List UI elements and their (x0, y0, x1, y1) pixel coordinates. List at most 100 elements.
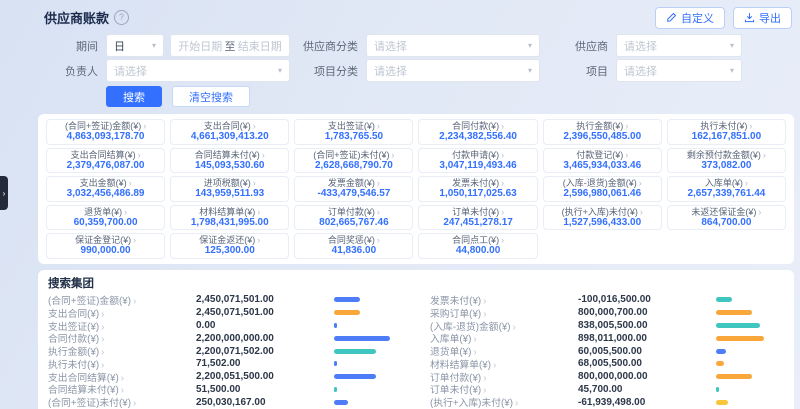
metric-card[interactable]: 入库单(¥)› 2,657,339,761.44 (667, 176, 786, 202)
project-select[interactable]: 请选择 ▾ (616, 59, 742, 82)
project-category-label: 项目分类 (298, 63, 366, 79)
summary-bar (716, 336, 764, 341)
date-range-input[interactable]: 开始日期 至 结束日期 (170, 34, 290, 57)
filter-panel: 期间 日 ▾ 开始日期 至 结束日期 供应商分类 请选择 ▾ 供 (38, 31, 794, 107)
metric-label-text: (合同+签证)未付(¥) (313, 150, 389, 160)
metric-card[interactable]: 付款登记(¥)› 3,465,934,033.46 (543, 148, 662, 174)
metric-label-text: 合同结算未付(¥) (195, 150, 260, 160)
chevron-down-icon: ▾ (730, 66, 734, 75)
metric-card[interactable]: 合同付款(¥)› 2,234,382,556.40 (418, 119, 537, 145)
project-category-select[interactable]: 请选择 ▾ (366, 59, 540, 82)
summary-row[interactable]: 执行未付(¥)› 71,502.00 (48, 357, 402, 370)
summary-row[interactable]: 订单未付(¥)› 45,700.00 (430, 383, 784, 396)
summary-value: 2,200,071,502.00 (196, 346, 334, 357)
summary-row[interactable]: 执行金额(¥)› 2,200,071,502.00 (48, 345, 402, 358)
summary-bar (334, 310, 360, 315)
metric-card[interactable]: 支出金额(¥)› 3,032,456,486.89 (46, 176, 165, 202)
metric-card[interactable]: 发票金额(¥)› -433,479,546.57 (294, 176, 413, 202)
metric-card[interactable]: 合同奖惩(¥)› 41,836.00 (294, 233, 413, 259)
metric-card[interactable]: 支出合同结算(¥)› 2,379,476,087.00 (46, 148, 165, 174)
metric-label-text: 支出合同(¥) (204, 121, 251, 131)
metric-card[interactable]: 进项税额(¥)› 143,959,511.93 (170, 176, 289, 202)
page: 供应商账款 ? 自定义 导出 期间 日 ▾ 开始日期 (38, 0, 794, 409)
customize-button[interactable]: 自定义 (655, 7, 725, 29)
search-button[interactable]: 搜索 (106, 86, 162, 107)
metric-card[interactable]: 合同结算未付(¥)› 145,093,530.60 (170, 148, 289, 174)
summary-value: 0.00 (196, 320, 334, 331)
summary-value: 71,502.00 (196, 358, 334, 369)
summary-row[interactable]: 入库单(¥)› 898,011,000.00 (430, 332, 784, 345)
owner-select[interactable]: 请选择 ▾ (106, 59, 290, 82)
metric-card[interactable]: 订单未付(¥)› 247,451,278.17 (418, 205, 537, 231)
metric-card[interactable]: 执行金额(¥)› 2,396,550,485.00 (543, 119, 662, 145)
summary-row[interactable]: 支出合同(¥)› 2,450,071,501.00 (48, 306, 402, 319)
summary-row[interactable]: (入库-退货)金额(¥)› 838,005,500.00 (430, 319, 784, 332)
summary-row[interactable]: (合同+签证)金额(¥)› 2,450,071,501.00 (48, 294, 402, 307)
metric-value: 3,465,934,033.46 (546, 160, 659, 172)
chevron-right-icon: › (640, 207, 643, 217)
metric-label-text: 材料结算单(¥) (199, 207, 255, 217)
metric-card[interactable]: 未返还保证金(¥)› 864,700.00 (667, 205, 786, 231)
metric-value: 1,783,765.50 (297, 131, 410, 143)
metric-label-text: 入库单(¥) (705, 178, 743, 188)
metric-card[interactable]: (合同+签证)金额(¥)› 4,863,093,178.70 (46, 119, 165, 145)
select-placeholder: 请选择 (374, 38, 407, 54)
metric-value: 1,050,117,025.63 (421, 188, 534, 200)
metric-card[interactable]: 订单付款(¥)› 802,665,767.46 (294, 205, 413, 231)
metric-value: 2,596,980,061.46 (546, 188, 659, 200)
metric-card[interactable]: (合同+签证)未付(¥)› 2,628,668,790.70 (294, 148, 413, 174)
supplier-select[interactable]: 请选择 ▾ (616, 34, 742, 57)
summary-label: (合同+签证)未付(¥)› (48, 395, 196, 409)
chevron-right-icon: › (257, 207, 260, 217)
summary-row[interactable]: (执行+入库)未付(¥)› -61,939,498.00 (430, 396, 784, 409)
clear-search-button[interactable]: 清空搜索 (172, 86, 250, 107)
metric-card[interactable]: 剩余预付款金额(¥)› 373,082.00 (667, 148, 786, 174)
start-date-input[interactable]: 开始日期 (178, 38, 223, 54)
metric-value: 2,657,339,761.44 (670, 188, 783, 200)
summary-row[interactable]: 合同结算未付(¥)› 51,500.00 (48, 383, 402, 396)
metric-label-text: 订单付款(¥) (328, 207, 375, 217)
chevron-right-icon: › (262, 150, 265, 160)
summary-row[interactable]: 采购订单(¥)› 800,000,700.00 (430, 306, 784, 319)
drawer-handle[interactable]: › (0, 176, 8, 210)
metric-card[interactable]: 付款申请(¥)› 3,047,119,493.46 (418, 148, 537, 174)
metric-label: (合同+签证)金额(¥)› (49, 121, 162, 131)
date-separator: 至 (223, 38, 238, 54)
help-icon[interactable]: ? (114, 10, 129, 25)
metric-card[interactable]: 执行未付(¥)› 162,167,851.00 (667, 119, 786, 145)
metric-card[interactable]: (执行+入库)未付(¥)› 1,527,596,433.00 (543, 205, 662, 231)
summary-row[interactable]: (合同+签证)未付(¥)› 250,030,167.00 (48, 396, 402, 409)
metric-card[interactable]: 支出签证(¥)› 1,783,765.50 (294, 119, 413, 145)
metric-card[interactable]: 材料结算单(¥)› 1,798,431,995.00 (170, 205, 289, 231)
metric-card[interactable]: 退货单(¥)› 60,359,700.00 (46, 205, 165, 231)
metric-card[interactable]: 保证金返还(¥)› 125,300.00 (170, 233, 289, 259)
metric-label: (入库-退货)金额(¥)› (546, 178, 659, 188)
summary-row[interactable]: 订单付款(¥)› 800,000,000.00 (430, 370, 784, 383)
period-unit-select[interactable]: 日 ▾ (106, 34, 164, 57)
summary-row[interactable]: 合同付款(¥)› 2,200,000,000.00 (48, 332, 402, 345)
metric-label-text: 发票金额(¥) (328, 178, 375, 188)
metric-card[interactable]: 发票未付(¥)› 1,050,117,025.63 (418, 176, 537, 202)
summary-row[interactable]: 发票未付(¥)› -100,016,500.00 (430, 294, 784, 307)
export-icon (744, 12, 755, 23)
page-title: 供应商账款 (44, 8, 109, 27)
metric-label-text: 支出签证(¥) (328, 121, 375, 131)
summary-row[interactable]: 支出签证(¥)› 0.00 (48, 319, 402, 332)
chevron-right-icon: › (501, 121, 504, 131)
chevron-right-icon: › (392, 150, 395, 160)
end-date-input[interactable]: 结束日期 (238, 38, 283, 54)
metric-card[interactable]: 合同点工(¥)› 44,800.00 (418, 233, 537, 259)
summary-row[interactable]: 支出合同结算(¥)› 2,200,051,500.00 (48, 370, 402, 383)
metric-card[interactable]: 支出合同(¥)› 4,661,309,413.20 (170, 119, 289, 145)
period-label: 期间 (38, 38, 106, 54)
supplier-category-select[interactable]: 请选择 ▾ (366, 34, 540, 57)
metric-card[interactable]: (入库-退货)金额(¥)› 2,596,980,061.46 (543, 176, 662, 202)
summary-row[interactable]: 材料结算单(¥)› 68,005,500.00 (430, 357, 784, 370)
summary-columns: (合同+签证)金额(¥)› 2,450,071,501.00 支出合同(¥)› … (48, 294, 784, 409)
export-button[interactable]: 导出 (733, 7, 792, 29)
chevron-down-icon: ▾ (528, 41, 532, 50)
summary-group-title[interactable]: 搜索集团 (48, 275, 784, 291)
summary-row[interactable]: 退货单(¥)› 60,005,500.00 (430, 345, 784, 358)
filter-project: 项目 请选择 ▾ (548, 60, 790, 81)
metric-card[interactable]: 保证金登记(¥)› 990,000.00 (46, 233, 165, 259)
